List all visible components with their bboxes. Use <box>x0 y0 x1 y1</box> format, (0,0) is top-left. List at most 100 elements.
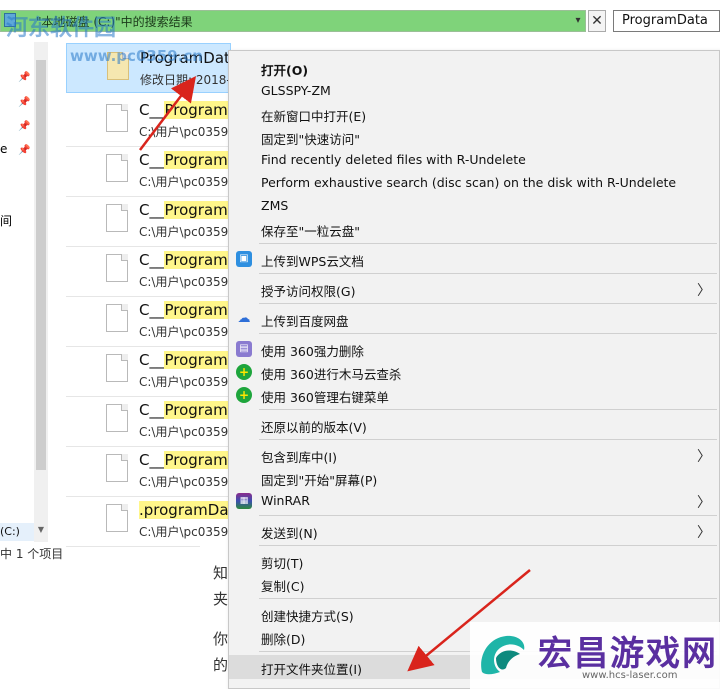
menu-item-baidu-upload[interactable]: ☁ 上传到百度网盘 <box>229 308 719 330</box>
brand-watermark-url: www.hcs-laser.com <box>582 670 678 681</box>
result-title-prefix: C__ <box>139 151 165 169</box>
menu-separator <box>259 243 717 244</box>
menu-item-label: 固定到"快速访问" <box>261 132 360 147</box>
article-text: 知 <box>213 564 229 582</box>
menu-item-label: 还原以前的版本(V) <box>261 420 367 435</box>
article-text: 你 <box>213 630 229 648</box>
menu-item-pin-quick-access[interactable]: 固定到"快速访问" <box>229 126 719 148</box>
menu-item-zms[interactable]: ZMS <box>229 195 719 217</box>
result-title-prefix: C__ <box>139 101 165 119</box>
result-subtitle: C:\用户\pc0359 <box>139 225 229 239</box>
article-text: 的 <box>213 656 229 674</box>
menu-item-restore-previous[interactable]: 还原以前的版本(V) <box>229 414 719 436</box>
result-subtitle: C:\用户\pc0359 <box>139 325 229 339</box>
menu-item-label: Perform exhaustive search (disc scan) on… <box>261 175 677 190</box>
menu-item-360-scan[interactable]: + 使用 360进行木马云查杀 <box>229 361 719 383</box>
result-title-prefix: C__ <box>139 251 165 269</box>
menu-item-pin-start[interactable]: 固定到"开始"屏幕(P) <box>229 467 719 489</box>
menu-item-label: 复制(C) <box>261 579 305 594</box>
pin-icon: 📌 <box>18 72 31 83</box>
result-title-match: Program <box>164 101 228 119</box>
result-title-prefix: C__ <box>139 201 165 219</box>
menu-item-open[interactable]: 打开(O) <box>229 57 719 79</box>
menu-item-save-yili[interactable]: 保存至"一粒云盘" <box>229 218 719 240</box>
result-title-match: Program <box>164 251 228 269</box>
shredder-icon: ▤ <box>236 341 252 357</box>
search-result-row[interactable]: C__Program C:\用户\pc0359 <box>66 146 231 197</box>
result-title: C__Program <box>139 451 228 469</box>
menu-item-r-undelete-find[interactable]: Find recently deleted files with R-Undel… <box>229 149 719 171</box>
menu-item-glsspy[interactable]: GLSSPY-ZM <box>229 80 719 102</box>
search-result-row[interactable]: .programDa C:\用户\pc0359 <box>66 496 231 547</box>
menu-item-r-undelete-scan[interactable]: Perform exhaustive search (disc scan) on… <box>229 172 719 194</box>
nav-item-fragment[interactable]: e <box>0 142 7 156</box>
menu-item-label: ZMS <box>261 198 289 213</box>
menu-item-send-to[interactable]: 发送到(N) 〉 <box>229 520 719 542</box>
file-icon <box>106 454 128 482</box>
result-title: C__Program <box>139 251 228 269</box>
clear-search-button[interactable]: ✕ <box>588 10 606 32</box>
file-icon <box>106 404 128 432</box>
result-subtitle: C:\用户\pc0359 <box>139 525 229 539</box>
nav-item-drive-c[interactable]: (C:) <box>0 523 34 541</box>
menu-item-copy[interactable]: 复制(C) <box>229 573 719 595</box>
menu-item-label: 打开(O) <box>261 63 309 78</box>
menu-item-label: 授予访问权限(G) <box>261 284 356 299</box>
wps-cloud-icon: ▣ <box>236 251 252 267</box>
menu-item-label: WinRAR <box>261 493 310 508</box>
menu-item-label: 使用 360进行木马云查杀 <box>261 367 402 382</box>
result-title: C__Program <box>139 101 228 119</box>
result-subtitle: C:\用户\pc0359 <box>139 275 229 289</box>
menu-separator <box>259 273 717 274</box>
submenu-arrow-icon: 〉 <box>697 525 711 541</box>
menu-item-label: 发送到(N) <box>261 526 318 541</box>
result-title-match: Program <box>164 201 228 219</box>
menu-item-cut[interactable]: 剪切(T) <box>229 550 719 572</box>
nav-item-fragment[interactable]: 间 <box>0 212 12 229</box>
baidu-cloud-icon: ☁ <box>237 311 251 326</box>
result-subtitle: C:\用户\pc0359 <box>139 175 229 189</box>
result-title-match: Program <box>164 351 228 369</box>
menu-item-360-manage[interactable]: + 使用 360管理右键菜单 <box>229 384 719 406</box>
menu-item-label: 删除(D) <box>261 632 306 647</box>
result-title: C__Program <box>139 201 228 219</box>
search-result-row[interactable]: C__Program C:\用户\pc0359 <box>66 196 231 247</box>
brand-watermark: 宏昌游戏网 <box>538 634 718 674</box>
menu-item-label: 上传到百度网盘 <box>261 314 349 329</box>
file-icon <box>106 354 128 382</box>
result-subtitle: C:\用户\pc0359 <box>139 475 229 489</box>
context-menu: 打开(O) GLSSPY-ZM 在新窗口中打开(E) 固定到"快速访问" Fin… <box>228 50 720 689</box>
search-result-row[interactable]: C__Program C:\用户\pc0359 <box>66 246 231 297</box>
menu-item-label: 使用 360强力删除 <box>261 344 364 359</box>
result-title-prefix: C__ <box>139 401 165 419</box>
menu-item-winrar[interactable]: ▦ WinRAR 〉 <box>229 490 719 512</box>
dragon-logo-icon <box>481 635 525 675</box>
search-result-row[interactable]: C__Program C:\用户\pc0359 <box>66 96 231 147</box>
menu-item-label: 打开文件夹位置(I) <box>261 662 362 677</box>
file-icon <box>106 154 128 182</box>
scrollbar-thumb[interactable] <box>36 60 46 470</box>
status-bar-text: 中 1 个项目 <box>0 547 64 561</box>
search-result-row[interactable]: C__Program C:\用户\pc0359 <box>66 446 231 497</box>
menu-item-include-library[interactable]: 包含到库中(I) 〉 <box>229 444 719 466</box>
pin-icon: 📌 <box>18 97 31 108</box>
result-title-prefix: C__ <box>139 451 165 469</box>
menu-item-360-delete[interactable]: ▤ 使用 360强力删除 <box>229 338 719 360</box>
search-result-row[interactable]: C__Program C:\用户\pc0359 <box>66 396 231 447</box>
result-title: .programDa <box>139 501 229 519</box>
search-result-row[interactable]: C__Program C:\用户\pc0359 <box>66 346 231 397</box>
menu-item-grant-access[interactable]: 授予访问权限(G) 〉 <box>229 278 719 300</box>
menu-separator <box>259 545 717 546</box>
result-subtitle: C:\用户\pc0359 <box>139 375 229 389</box>
menu-item-label: 保存至"一粒云盘" <box>261 224 360 239</box>
menu-item-label: 剪切(T) <box>261 556 304 571</box>
360-icon: + <box>236 364 252 380</box>
submenu-arrow-icon: 〉 <box>697 283 711 299</box>
menu-item-open-new-window[interactable]: 在新窗口中打开(E) <box>229 103 719 125</box>
menu-item-wps-upload[interactable]: ▣ 上传到WPS云文档 <box>229 248 719 270</box>
menu-item-label: 固定到"开始"屏幕(P) <box>261 473 378 488</box>
scroll-down-icon[interactable]: ▼ <box>34 525 48 539</box>
result-title: C__Program <box>139 351 228 369</box>
chevron-down-icon[interactable]: ▾ <box>571 11 585 31</box>
search-result-row[interactable]: C__Program C:\用户\pc0359 <box>66 296 231 347</box>
